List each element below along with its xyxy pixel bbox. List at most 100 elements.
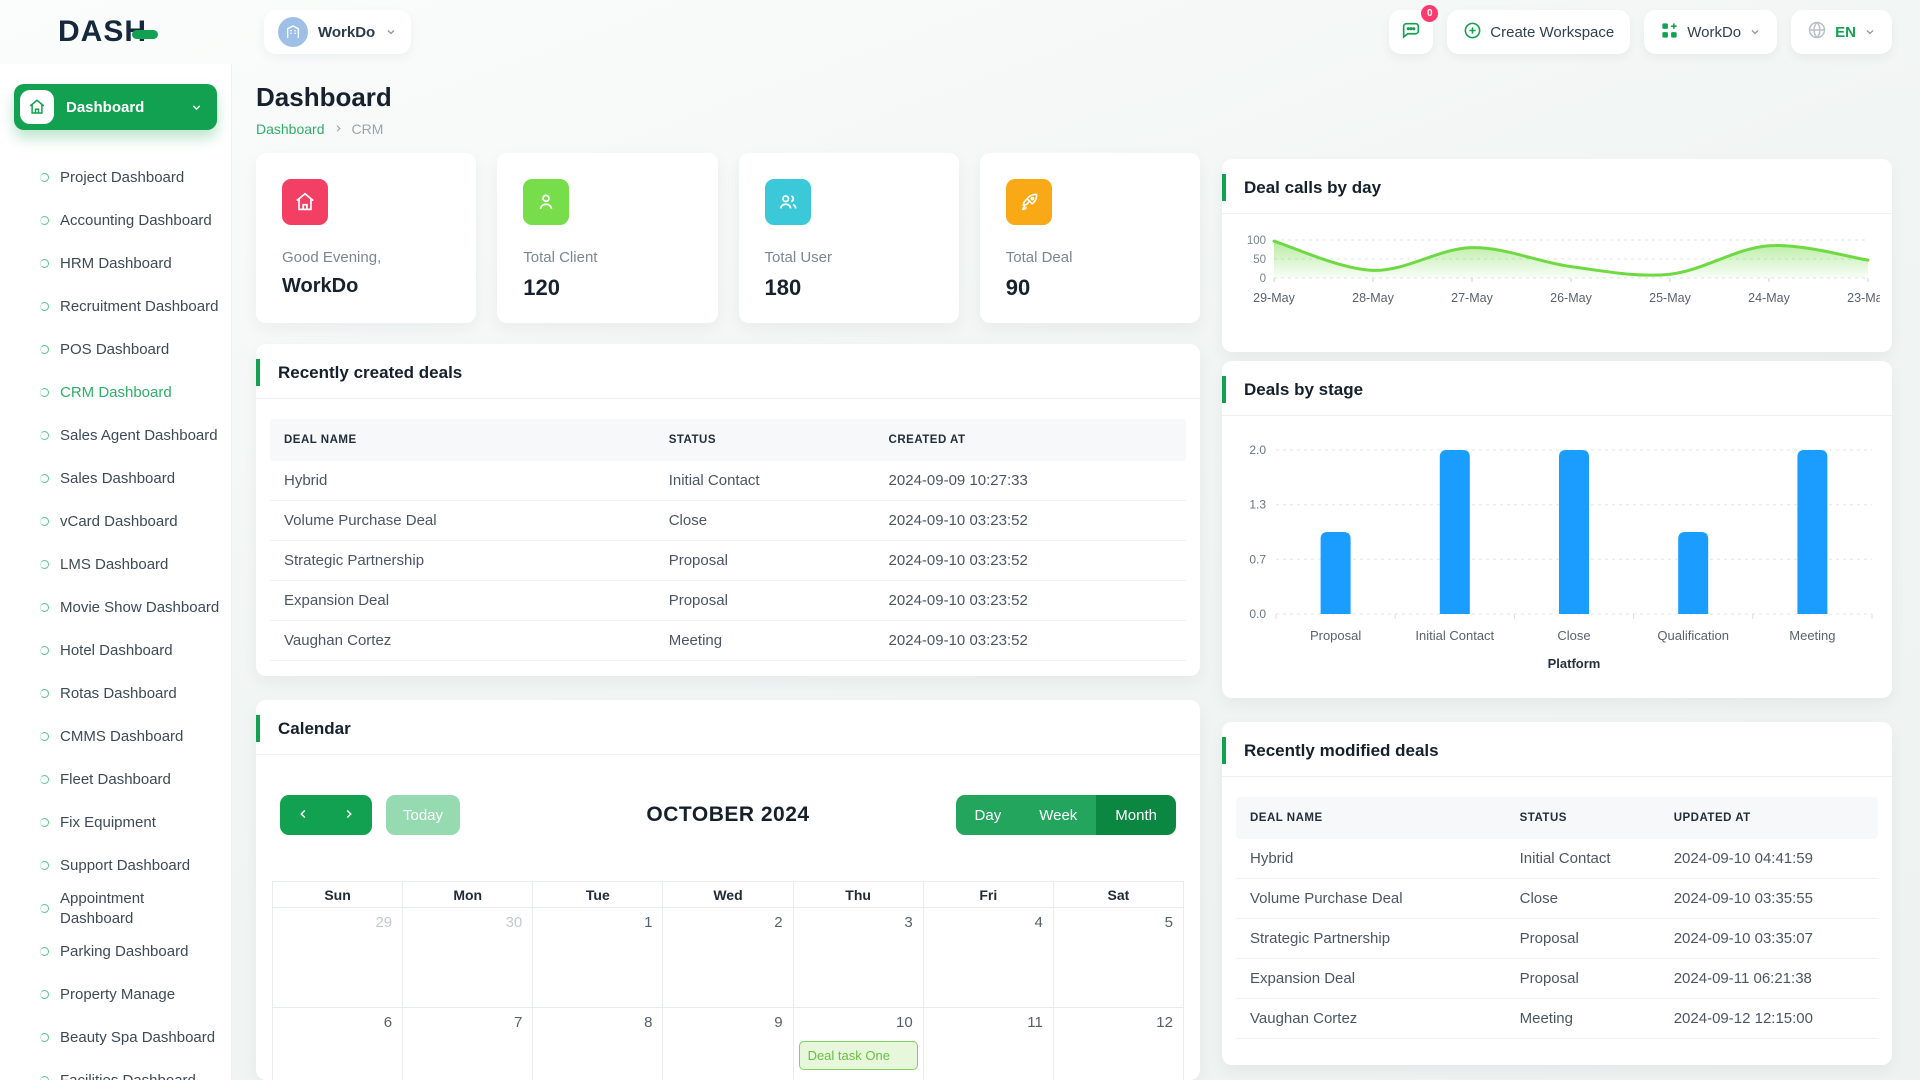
deal-name-cell: Strategic Partnership — [270, 552, 655, 569]
calendar-prev-button[interactable] — [280, 795, 326, 835]
sidebar-item[interactable]: Property Manage — [0, 973, 231, 1016]
sidebar-item[interactable]: Project Dashboard — [0, 156, 231, 199]
sidebar-item-dashboard[interactable]: Dashboard — [14, 84, 217, 130]
sidebar-item[interactable]: Accounting Dashboard — [0, 199, 231, 242]
card-title: Calendar — [278, 719, 1178, 739]
svg-text:27-May: 27-May — [1451, 291, 1493, 305]
svg-text:Meeting: Meeting — [1789, 628, 1835, 643]
status-cell: Proposal — [1506, 970, 1660, 987]
calendar-view-week-button[interactable]: Week — [1020, 795, 1096, 835]
sidebar-item[interactable]: Recruitment Dashboard — [0, 285, 231, 328]
messages-button[interactable]: 0 — [1389, 10, 1433, 54]
topbar: DASH WorkDo 0 Cre — [0, 0, 1920, 64]
stat-label: Total Client — [523, 249, 691, 266]
calendar-day-cell[interactable]: 3 — [794, 908, 924, 1008]
day-number: 10 — [896, 1014, 913, 1031]
breadcrumb-home-link[interactable]: Dashboard — [256, 121, 325, 137]
calendar-next-button[interactable] — [326, 795, 372, 835]
calendar-day-cell[interactable]: 29 — [273, 908, 403, 1008]
chevron-right-icon — [342, 807, 356, 824]
create-workspace-button[interactable]: Create Workspace — [1447, 10, 1630, 54]
calendar-day-cell[interactable]: 4 — [924, 908, 1054, 1008]
sidebar-item[interactable]: Sales Dashboard — [0, 457, 231, 500]
table-row[interactable]: Volume Purchase DealClose2024-09-10 03:2… — [270, 501, 1186, 541]
calendar-day-header: Wed — [663, 882, 793, 908]
calendar-day-cell[interactable]: 30 — [403, 908, 533, 1008]
table-row[interactable]: Strategic PartnershipProposal2024-09-10 … — [270, 541, 1186, 581]
recently-created-table: DEAL NAMESTATUSCREATED AT HybridInitial … — [270, 419, 1186, 661]
day-number: 11 — [1027, 1014, 1043, 1031]
sidebar-item[interactable]: Sales Agent Dashboard — [0, 414, 231, 457]
language-button[interactable]: EN — [1791, 10, 1892, 54]
table-row[interactable]: Volume Purchase DealClose2024-09-10 03:3… — [1236, 879, 1878, 919]
table-row[interactable]: Strategic PartnershipProposal2024-09-10 … — [1236, 919, 1878, 959]
users-icon — [765, 179, 811, 225]
chevron-left-icon — [296, 807, 310, 824]
calendar-day-cell[interactable]: 6 — [273, 1008, 403, 1080]
stat-card: Total Client120 — [497, 153, 717, 323]
calendar-day-header: Mon — [403, 882, 533, 908]
sidebar-item[interactable]: Support Dashboard — [0, 844, 231, 887]
sidebar-item[interactable]: HRM Dashboard — [0, 242, 231, 285]
sidebar-item[interactable]: CMMS Dashboard — [0, 715, 231, 758]
calendar-today-button[interactable]: Today — [386, 795, 460, 835]
app-logo[interactable]: DASH — [58, 15, 158, 49]
building-icon — [278, 17, 308, 47]
calendar-day-cell[interactable]: 12 — [1054, 1008, 1184, 1080]
chevron-down-icon — [190, 101, 203, 114]
deal-name-cell: Volume Purchase Deal — [1236, 890, 1506, 907]
sidebar-item[interactable]: POS Dashboard — [0, 328, 231, 371]
sidebar-item[interactable]: Hotel Dashboard — [0, 629, 231, 672]
circle-icon — [40, 259, 49, 268]
calendar-event[interactable]: Deal task One — [799, 1041, 918, 1070]
table-row[interactable]: Expansion DealProposal2024-09-10 03:23:5… — [270, 581, 1186, 621]
calendar-view-day-button[interactable]: Day — [956, 795, 1021, 835]
table-row[interactable]: Expansion DealProposal2024-09-11 06:21:3… — [1236, 959, 1878, 999]
calendar-day-cell[interactable]: 5 — [1054, 908, 1184, 1008]
card-title: Deals by stage — [1244, 380, 1870, 400]
table-header-row: DEAL NAMESTATUSCREATED AT — [270, 419, 1186, 461]
workspace-chip[interactable]: WorkDo — [264, 10, 411, 54]
stat-label: Total User — [765, 249, 933, 266]
sidebar-item[interactable]: Rotas Dashboard — [0, 672, 231, 715]
deal-name-cell: Vaughan Cortez — [1236, 1010, 1506, 1027]
sidebar-item[interactable]: Appointment Dashboard — [0, 887, 231, 930]
circle-icon — [40, 173, 49, 182]
calendar-day-cell[interactable]: 2 — [663, 908, 793, 1008]
table-row[interactable]: Vaughan CortezMeeting2024-09-12 12:15:00 — [1236, 999, 1878, 1039]
calendar-day-cell[interactable]: 11 — [924, 1008, 1054, 1080]
status-cell: Initial Contact — [655, 472, 875, 489]
calendar-day-cell[interactable]: 8 — [533, 1008, 663, 1080]
table-row[interactable]: HybridInitial Contact2024-09-09 10:27:33 — [270, 461, 1186, 501]
circle-icon — [40, 560, 49, 569]
sidebar-item[interactable]: Beauty Spa Dashboard — [0, 1016, 231, 1059]
deal-name-cell: Expansion Deal — [270, 592, 655, 609]
sidebar-item[interactable]: Movie Show Dashboard — [0, 586, 231, 629]
sidebar-item[interactable]: Fix Equipment — [0, 801, 231, 844]
sidebar-item[interactable]: CRM Dashboard — [0, 371, 231, 414]
sidebar-item[interactable]: Parking Dashboard — [0, 930, 231, 973]
svg-text:29-May: 29-May — [1253, 291, 1295, 305]
sidebar-item[interactable]: vCard Dashboard — [0, 500, 231, 543]
table-row[interactable]: HybridInitial Contact2024-09-10 04:41:59 — [1236, 839, 1878, 879]
calendar-day-cell[interactable]: 7 — [403, 1008, 533, 1080]
calendar-day-cell[interactable]: 1 — [533, 908, 663, 1008]
circle-icon — [40, 861, 49, 870]
sidebar-item[interactable]: LMS Dashboard — [0, 543, 231, 586]
sidebar-item[interactable]: Facilities Dashboard — [0, 1059, 231, 1080]
messages-badge: 0 — [1421, 5, 1438, 22]
sidebar-item[interactable]: Fleet Dashboard — [0, 758, 231, 801]
calendar-day-header: Fri — [924, 882, 1054, 908]
chevron-right-icon — [333, 121, 344, 137]
svg-text:24-May: 24-May — [1748, 291, 1790, 305]
status-cell: Initial Contact — [1506, 850, 1660, 867]
calendar-view-month-button[interactable]: Month — [1096, 795, 1176, 835]
calendar-day-cell[interactable]: 10 Deal task One — [794, 1008, 924, 1080]
workspace-menu-button[interactable]: WorkDo — [1644, 10, 1777, 54]
calendar-day-cell[interactable]: 9 — [663, 1008, 793, 1080]
table-row[interactable]: Vaughan CortezMeeting2024-09-10 03:23:52 — [270, 621, 1186, 661]
circle-icon — [40, 388, 49, 397]
circle-icon — [40, 732, 49, 741]
stat-value: WorkDo — [282, 275, 450, 298]
deal-name-cell: Strategic Partnership — [1236, 930, 1506, 947]
